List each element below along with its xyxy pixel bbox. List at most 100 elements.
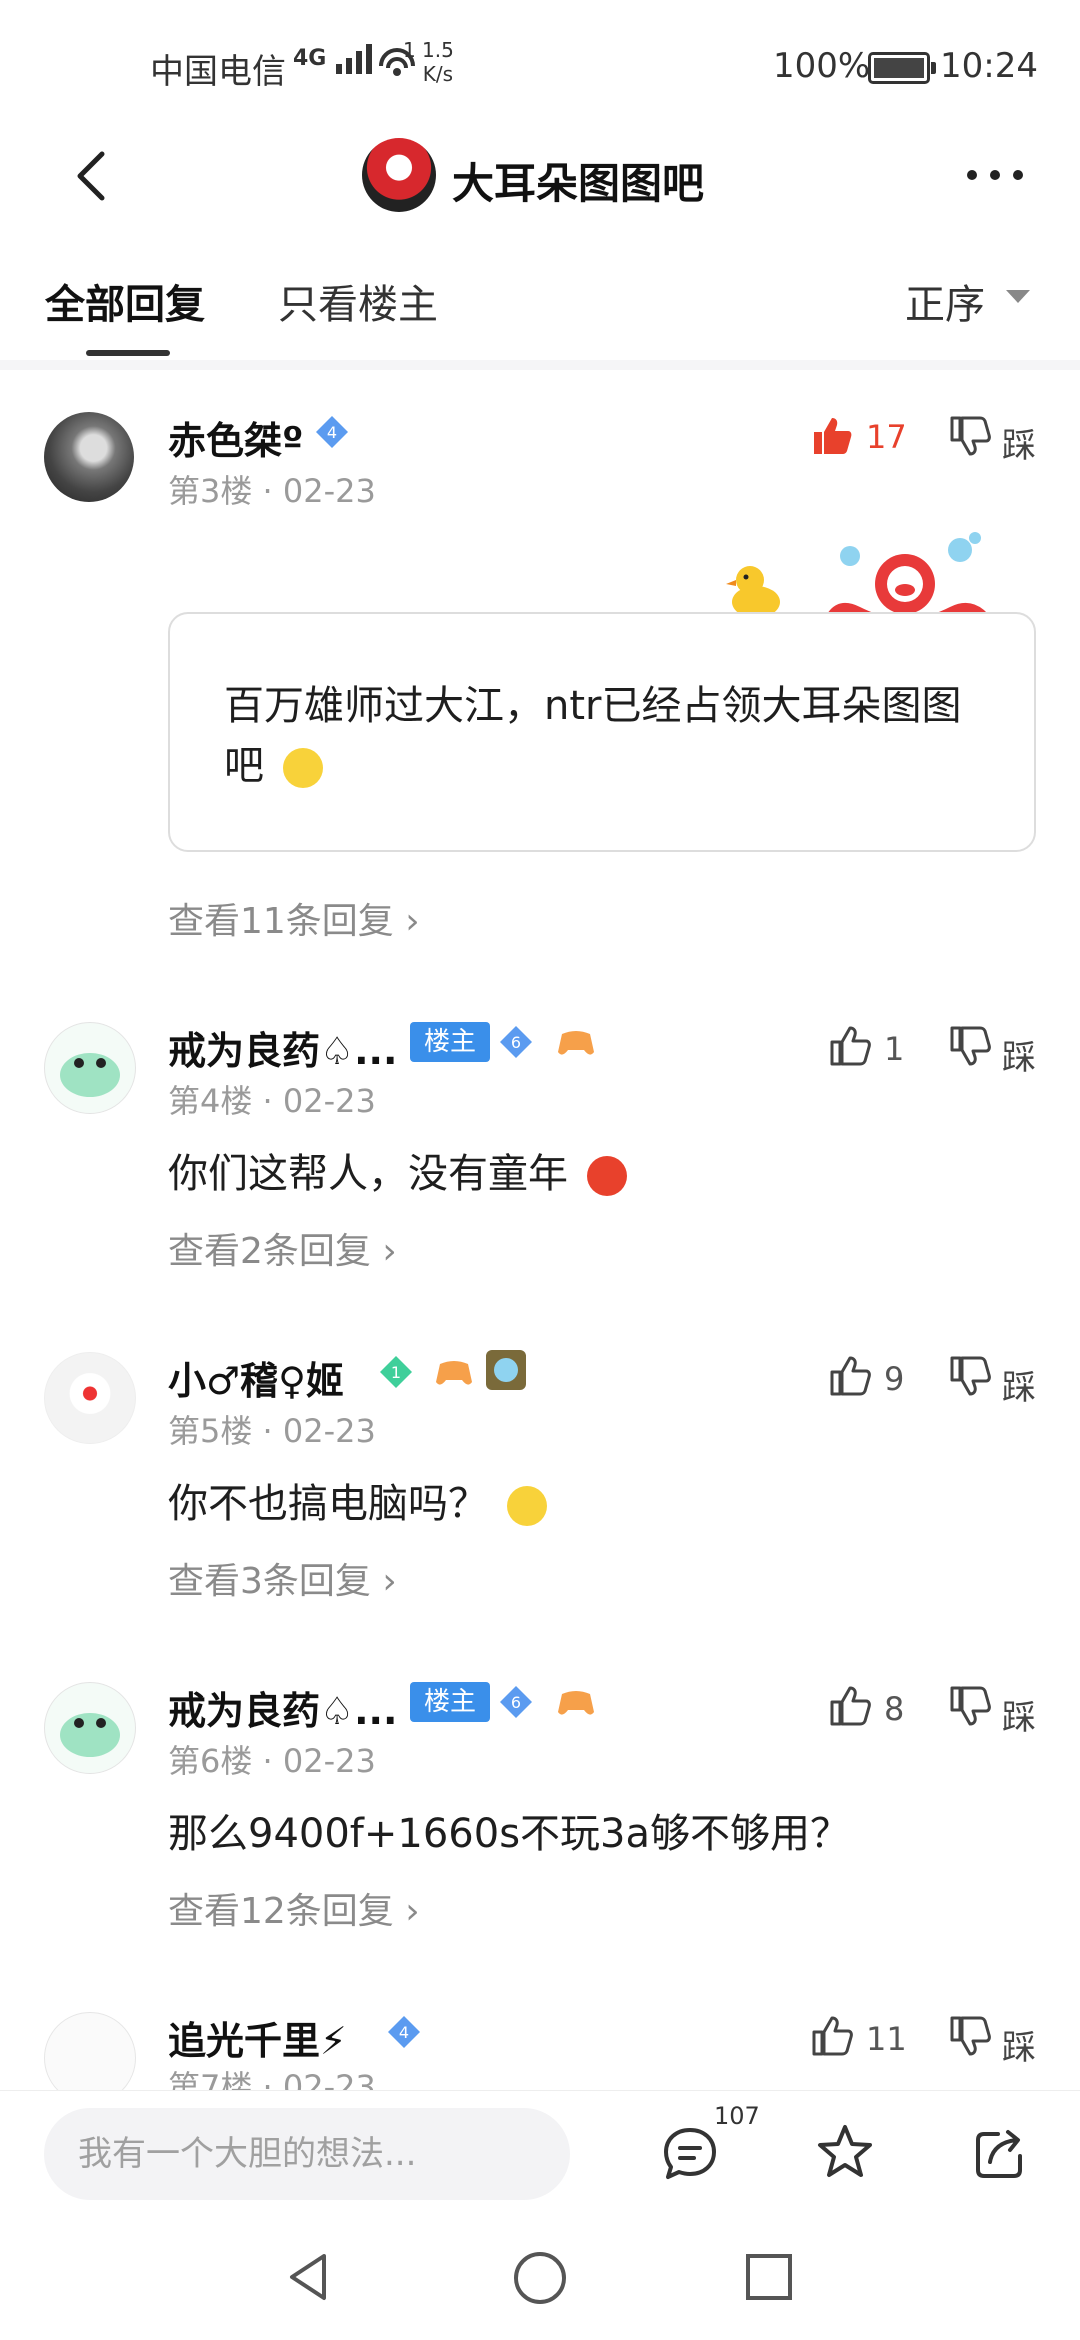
avatar[interactable] [44, 1682, 136, 1774]
avatar[interactable] [44, 412, 134, 502]
like-count: 9 [884, 1360, 905, 1398]
post-content: 那么9400f+1660s不玩3a够不够用？ [168, 1804, 850, 1864]
post-date: 02-23 [282, 1742, 376, 1780]
tab-owner-only[interactable]: 只看楼主 [278, 272, 438, 330]
thumbs-up-icon[interactable] [828, 1684, 872, 1728]
battery-percent: 100% [773, 46, 871, 86]
post-date: 02-23 [282, 472, 376, 510]
network-indicator: 4G [293, 42, 378, 76]
post-meta: 第5楼 · 02-23 [168, 1412, 376, 1450]
floor-number: 第6楼 [168, 1742, 253, 1780]
dislike-label[interactable]: 踩 [1002, 1360, 1036, 1409]
network-type: 4G [293, 46, 327, 71]
post-date: 02-23 [282, 1412, 376, 1450]
view-replies-link[interactable]: 查看12条回复 › [168, 1882, 420, 1934]
nav-back-icon[interactable] [282, 2250, 336, 2304]
forum-avatar[interactable] [362, 138, 436, 212]
caret-down-icon [1006, 290, 1030, 303]
post-meta: 第6楼 · 02-23 [168, 1742, 376, 1780]
host-tag: 楼主 [410, 1682, 491, 1722]
view-replies-text: 查看2条回复 [168, 1231, 371, 1272]
post-content-text: 你不也搞电脑吗？ [168, 1481, 488, 1527]
svg-text:4: 4 [327, 423, 337, 442]
tab-all-replies[interactable]: 全部回复 [45, 272, 205, 330]
avatar-image [60, 1713, 120, 1757]
like-count: 8 [884, 1690, 905, 1728]
post-date: 02-23 [282, 1082, 376, 1120]
wifi-sub: 1 [403, 38, 416, 62]
carrier-name: 中国电信 [150, 52, 286, 92]
level-badge-icon: 1 [380, 1356, 412, 1388]
view-replies-link[interactable]: 查看3条回复 › [168, 1552, 397, 1604]
comment-icon[interactable] [660, 2124, 720, 2184]
thumbs-up-icon[interactable] [810, 2014, 854, 2058]
username[interactable]: 戒为良药♤... [168, 1020, 397, 1075]
dislike-label[interactable]: 踩 [1002, 2020, 1036, 2069]
view-replies-text: 查看11条回复 [168, 901, 394, 942]
forum-title[interactable]: 大耳朵图图吧 [452, 150, 704, 211]
username[interactable]: 小♂稽♀姬 [168, 1350, 344, 1405]
gamepad-badge-icon [436, 1361, 472, 1385]
svg-text:1: 1 [391, 1363, 401, 1382]
thumbs-down-icon[interactable] [948, 414, 992, 458]
more-options-icon[interactable] [960, 150, 1030, 200]
speed-unit: K/s [422, 62, 454, 86]
level-badge-icon: 4 [316, 416, 348, 448]
view-replies-link[interactable]: 查看2条回复 › [168, 1222, 397, 1274]
thumbs-up-filled-icon[interactable] [810, 414, 854, 458]
like-count: 1 [884, 1030, 905, 1068]
thumbs-up-icon[interactable] [828, 1354, 872, 1398]
post-content-text: 百万雄师过大江，ntr已经占领大耳朵图图吧 [224, 683, 962, 789]
floor-number: 第5楼 [168, 1412, 253, 1450]
clock: 10:24 [940, 46, 1038, 86]
medal-badge-icon [486, 1350, 526, 1390]
post-meta: 第4楼 · 02-23 [168, 1082, 376, 1120]
active-tab-indicator [86, 350, 170, 356]
floor-number: 第3楼 [168, 472, 253, 510]
svg-text:4: 4 [399, 2023, 409, 2042]
svg-text:6: 6 [511, 1693, 521, 1712]
thumbs-down-icon[interactable] [948, 1684, 992, 1728]
username[interactable]: 追光千里⚡ [168, 2010, 347, 2065]
host-tag: 楼主 [410, 1022, 491, 1062]
sort-order-dropdown[interactable]: 正序 [905, 272, 985, 330]
thumbs-down-icon[interactable] [948, 1354, 992, 1398]
signal-icon [336, 44, 373, 74]
avatar[interactable] [44, 1352, 136, 1444]
dislike-label[interactable]: 踩 [1002, 1030, 1036, 1079]
gamepad-badge-icon [558, 1691, 594, 1715]
angry-emoji-icon [586, 1156, 627, 1196]
nav-home-icon[interactable] [512, 2250, 568, 2306]
post-content: 百万雄师过大江，ntr已经占领大耳朵图图吧 [224, 676, 984, 796]
view-replies-link[interactable]: 查看11条回复 › [168, 892, 420, 944]
back-arrow-icon[interactable] [62, 146, 122, 206]
dislike-label[interactable]: 踩 [1002, 418, 1036, 467]
floor-number: 第4楼 [168, 1082, 253, 1120]
comment-input[interactable] [44, 2108, 570, 2200]
svg-text:6: 6 [511, 1033, 521, 1052]
post-content-text: 你们这帮人，没有童年 [168, 1151, 568, 1197]
thumbs-up-icon[interactable] [828, 1024, 872, 1068]
share-icon[interactable] [970, 2122, 1032, 2184]
post-meta: 第3楼 · 02-23 [168, 472, 376, 510]
username[interactable]: 戒为良药♤... [168, 1680, 397, 1735]
dislike-label[interactable]: 踩 [1002, 1690, 1036, 1739]
smile-emoji-icon [506, 1486, 547, 1526]
level-badge-icon: 6 [500, 1686, 532, 1718]
speed-value: 1.5 [422, 38, 454, 62]
like-count: 17 [866, 418, 907, 456]
level-badge-icon: 4 [388, 2016, 420, 2048]
thumbs-down-icon[interactable] [948, 2014, 992, 2058]
post-content: 你们这帮人，没有童年 [168, 1144, 627, 1204]
thumbs-down-icon[interactable] [948, 1024, 992, 1068]
post-content: 你不也搞电脑吗？ [168, 1474, 547, 1534]
username[interactable]: 赤色桀º [168, 410, 303, 465]
avatar[interactable] [44, 1022, 136, 1114]
post-content-text: 那么9400f+1660s不玩3a够不够用？ [168, 1811, 850, 1857]
avatar-image [60, 1053, 120, 1097]
status-bar: 中国电信 4G 1 1.5 K/s 100% 10:24 [0, 0, 1080, 130]
level-badge-icon: 6 [500, 1026, 532, 1058]
gamepad-badge-icon [558, 1031, 594, 1055]
nav-recents-icon[interactable] [744, 2252, 794, 2302]
star-icon[interactable] [814, 2122, 876, 2184]
